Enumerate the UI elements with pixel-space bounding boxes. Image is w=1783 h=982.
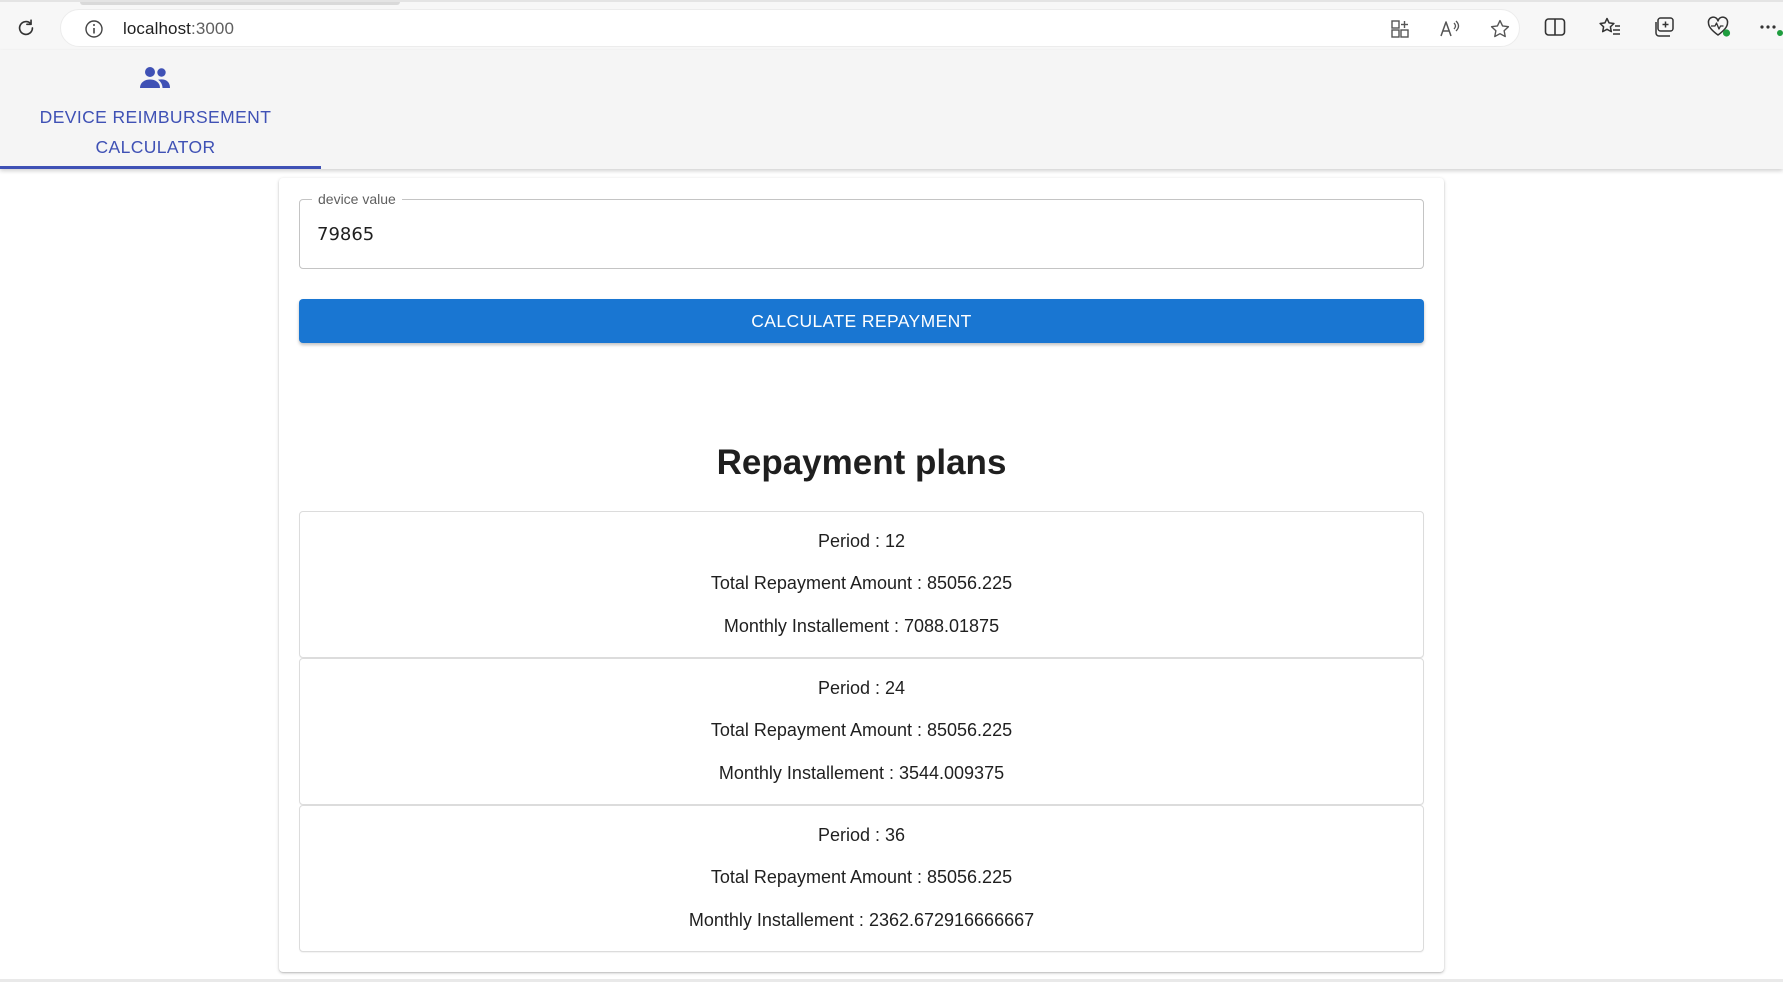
plan-period: Period : 36 xyxy=(817,825,906,845)
plan-total-repayment: Total Repayment Amount : 85056.225 xyxy=(710,720,1013,740)
plan-monthly-installment: Monthly Installement : 7088.01875 xyxy=(723,616,1000,636)
favorite-star-icon[interactable] xyxy=(1488,18,1512,40)
favorites-icon[interactable] xyxy=(1597,14,1623,40)
active-browser-tab-edge xyxy=(80,2,400,5)
plan-period: Period : 24 xyxy=(817,678,906,698)
calculate-repayment-button[interactable]: CALCULATE REPAYMENT xyxy=(299,299,1424,343)
people-icon xyxy=(139,64,171,92)
active-tab-indicator xyxy=(0,166,321,169)
plan-period: Period : 12 xyxy=(817,531,906,551)
url-port: :3000 xyxy=(191,19,235,38)
browser-essentials-icon[interactable] xyxy=(1706,14,1732,40)
plan-total-repayment: Total Repayment Amount : 85056.225 xyxy=(710,573,1013,593)
site-info-icon[interactable] xyxy=(83,18,105,40)
reload-icon[interactable] xyxy=(12,14,40,42)
calculator-card: device value CALCULATE REPAYMENT Repayme… xyxy=(279,178,1444,972)
url-host: localhost xyxy=(123,19,191,38)
more-options-icon[interactable] xyxy=(1757,14,1783,40)
device-value-field: device value xyxy=(299,189,1424,269)
read-aloud-icon[interactable] xyxy=(1438,18,1462,40)
address-bar[interactable]: localhost:3000 xyxy=(60,9,1520,47)
app-header: DEVICE REIMBURSEMENT CALCULATOR xyxy=(0,50,1783,169)
plan-monthly-installment: Monthly Installement : 2362.672916666667 xyxy=(688,910,1035,930)
browser-toolbar: localhost:3000 xyxy=(0,0,1783,50)
device-value-input[interactable] xyxy=(301,201,1422,267)
tab-label: DEVICE REIMBURSEMENT CALCULATOR xyxy=(39,107,272,157)
app-available-icon[interactable] xyxy=(1388,18,1412,40)
tab-device-reimbursement-calculator[interactable]: DEVICE REIMBURSEMENT CALCULATOR xyxy=(0,50,321,169)
repayment-plans-list: Period : 12 Total Repayment Amount : 850… xyxy=(299,511,1424,952)
plan-total-repayment: Total Repayment Amount : 85056.225 xyxy=(710,867,1013,887)
repayment-plans-title: Repayment plans xyxy=(716,443,1007,482)
split-screen-icon[interactable] xyxy=(1542,14,1568,40)
repayment-plan-card: Period : 12 Total Repayment Amount : 850… xyxy=(299,511,1424,658)
collections-icon[interactable] xyxy=(1651,14,1677,40)
repayment-plan-card: Period : 24 Total Repayment Amount : 850… xyxy=(299,658,1424,805)
url-text[interactable]: localhost:3000 xyxy=(123,19,234,39)
repayment-plan-card: Period : 36 Total Repayment Amount : 850… xyxy=(299,805,1424,952)
plan-monthly-installment: Monthly Installement : 3544.009375 xyxy=(718,763,1005,783)
